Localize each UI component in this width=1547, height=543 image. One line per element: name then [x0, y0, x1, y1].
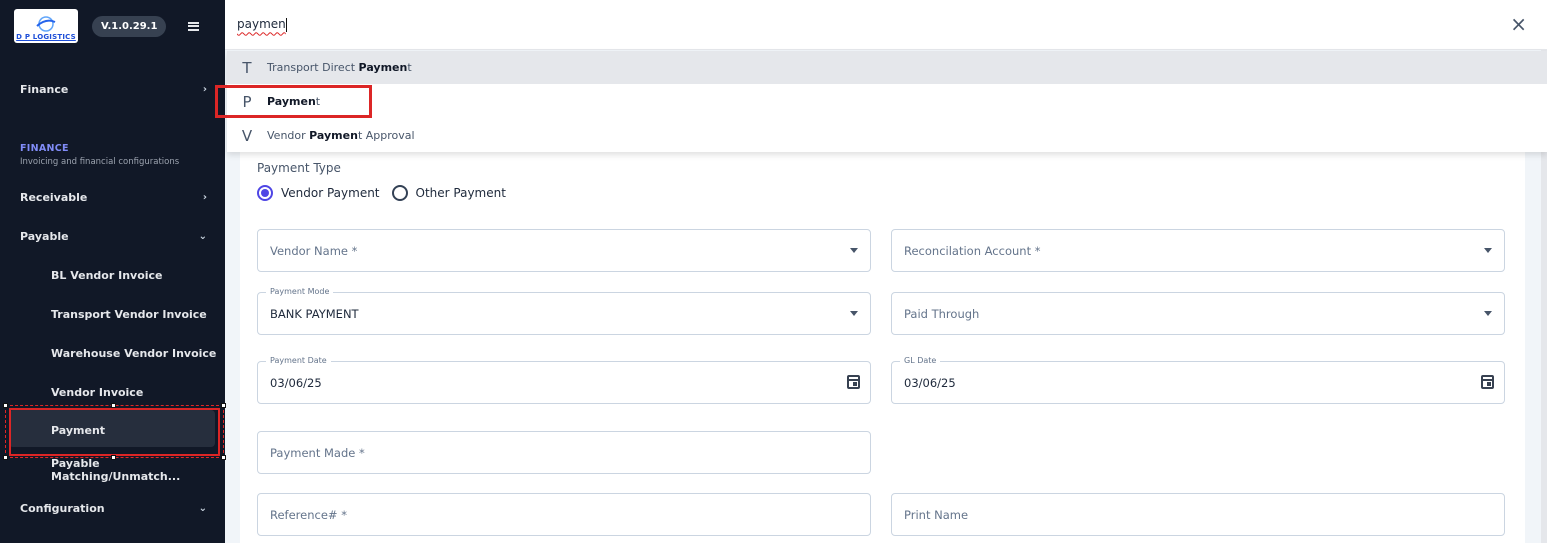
other-payment-radio[interactable]: [391, 185, 408, 201]
reconcilation-account-placeholder: Reconcilation Account *: [904, 243, 1041, 258]
sidebar-item-label: BL Vendor Invoice: [51, 268, 163, 282]
sidebar-item-label: Payable: [20, 229, 69, 243]
other-payment-radio-label[interactable]: Other Payment: [416, 186, 506, 200]
payment-type-label: Payment Type: [257, 161, 341, 175]
sidebar-item-bl-vendor-invoice[interactable]: BL Vendor Invoice: [0, 257, 225, 293]
vendor-name-placeholder: Vendor Name *: [270, 243, 358, 258]
paid-through-select[interactable]: Paid Through: [891, 292, 1505, 335]
payment-date-label: Payment Date: [266, 356, 331, 365]
global-search-bar: paymen ×: [225, 0, 1547, 50]
result-prefix: Vendor: [267, 129, 310, 142]
payment-mode-select[interactable]: Payment Mode BANK PAYMENT: [257, 287, 871, 335]
print-name-input[interactable]: Print Name: [891, 493, 1505, 536]
result-match: Paymen: [358, 61, 408, 74]
chevron-right-icon: ›: [202, 83, 207, 95]
chevron-right-icon: ›: [202, 191, 207, 203]
dropdown-caret-icon: [850, 311, 858, 316]
search-result-vendor-payment-approval[interactable]: V Vendor Paymen t Approval: [227, 119, 1547, 152]
sidebar-section-finance: FINANCE Invoicing and financial configur…: [20, 143, 179, 167]
result-suffix: t Approval: [357, 129, 415, 142]
payment-type-radio-group: Vendor Payment Other Payment: [257, 185, 506, 201]
search-results-dropdown: T Transport Direct Paymen t P Paymen t V V…: [227, 51, 1547, 152]
sidebar-item-receivable[interactable]: Receivable ›: [0, 179, 225, 215]
annotation-result-highlight-box: [215, 85, 372, 118]
paid-through-placeholder: Paid Through: [904, 306, 980, 321]
print-name-placeholder: Print Name: [904, 507, 969, 522]
dropdown-caret-icon: [850, 248, 858, 253]
gl-date-value: 03/06/25: [904, 375, 956, 390]
payment-date-field[interactable]: Payment Date 03/06/25: [257, 356, 871, 404]
sidebar-item-finance[interactable]: Finance ›: [0, 71, 225, 107]
reference-placeholder: Reference# *: [270, 507, 347, 522]
vendor-payment-radio-label[interactable]: Vendor Payment: [281, 186, 380, 200]
search-result-payment[interactable]: P Paymen t: [227, 85, 1547, 118]
gl-date-label: GL Date: [900, 356, 941, 365]
sidebar-item-label: Finance: [20, 82, 69, 96]
sidebar-header: D P LOGISTICS V.1.0.29.1: [0, 0, 225, 52]
sidebar-item-label: Receivable: [20, 190, 88, 204]
search-result-transport-direct-payment[interactable]: T Transport Direct Paymen t: [227, 51, 1547, 84]
selection-dashed-box: [3, 403, 226, 460]
sidebar: D P LOGISTICS V.1.0.29.1 Finance › FINAN…: [0, 0, 225, 543]
sidebar-item-payable[interactable]: Payable ⌄: [0, 218, 225, 254]
calendar-icon[interactable]: [1481, 375, 1494, 389]
result-suffix: t: [407, 61, 412, 74]
reference-input[interactable]: Reference# *: [257, 493, 871, 536]
sidebar-item-warehouse-vendor-invoice[interactable]: Warehouse Vendor Invoice: [0, 335, 225, 371]
close-icon[interactable]: ×: [1510, 14, 1527, 34]
gl-date-field[interactable]: GL Date 03/06/25: [891, 356, 1505, 404]
sidebar-item-label: Warehouse Vendor Invoice: [51, 346, 217, 360]
section-subtitle: Invoicing and financial configurations: [20, 157, 180, 167]
dropdown-caret-icon: [1484, 311, 1492, 316]
chevron-down-icon: ⌄: [198, 230, 207, 242]
dropdown-caret-icon: [1484, 248, 1492, 253]
section-title: FINANCE: [20, 143, 69, 154]
result-prefix: Transport Direct: [267, 61, 359, 74]
result-initial: V: [241, 126, 253, 145]
vendor-name-select[interactable]: Vendor Name *: [257, 229, 871, 272]
search-query-text: paymen: [237, 17, 286, 32]
calendar-icon[interactable]: [847, 375, 860, 389]
result-initial: T: [242, 58, 252, 77]
vendor-payment-radio[interactable]: [257, 185, 273, 201]
logo-text: D P LOGISTICS: [16, 33, 76, 41]
result-match: Paymen: [309, 129, 358, 142]
sidebar-item-label: Transport Vendor Invoice: [51, 307, 207, 321]
sidebar-item-label: Vendor Invoice: [51, 385, 144, 399]
company-logo[interactable]: D P LOGISTICS: [14, 9, 78, 43]
sidebar-item-label: Configuration: [20, 501, 105, 515]
payment-mode-value: BANK PAYMENT: [270, 306, 359, 321]
sidebar-item-configuration[interactable]: Configuration ⌄: [0, 490, 225, 526]
payment-date-value: 03/06/25: [270, 375, 322, 390]
sidebar-item-transport-vendor-invoice[interactable]: Transport Vendor Invoice: [0, 296, 225, 332]
chevron-down-icon: ⌄: [198, 502, 207, 514]
payment-made-input[interactable]: Payment Made *: [257, 431, 871, 474]
reconcilation-account-select[interactable]: Reconcilation Account *: [891, 229, 1505, 272]
hamburger-menu-icon[interactable]: [188, 21, 199, 31]
version-badge: V.1.0.29.1: [92, 15, 167, 37]
payment-mode-label: Payment Mode: [266, 287, 334, 296]
sidebar-item-label: Payable Matching/Unmatch...: [51, 457, 181, 483]
search-input[interactable]: paymen: [237, 17, 287, 32]
globe-logo-icon: [36, 16, 56, 32]
payment-made-placeholder: Payment Made *: [270, 445, 365, 460]
